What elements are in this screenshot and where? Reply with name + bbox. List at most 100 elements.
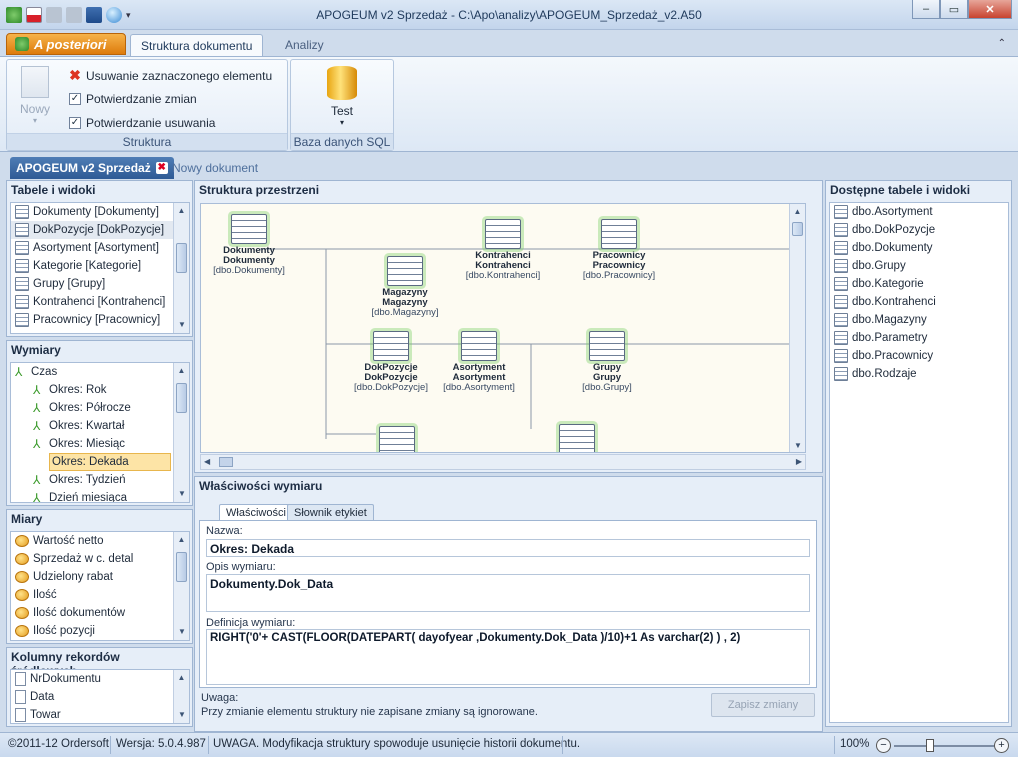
dimensions-scrollbar[interactable]: ▲ ▼ [173,363,189,502]
scroll-thumb[interactable] [219,457,233,467]
tree-item[interactable]: ⅄ Okres: Miesiąc [11,435,189,453]
measures-scrollbar[interactable]: ▲ ▼ [173,532,189,640]
node-dokumenty[interactable]: Dokumenty Dokumenty [dbo.Dokumenty] [207,214,291,276]
remove-element-button[interactable]: ✖ Usuwanie zaznaczonego elementu [69,67,272,84]
list-item[interactable]: dbo.Grupy [830,257,1008,275]
list-item[interactable]: NrDokumentu [11,670,189,688]
measures-title: Miary [11,512,43,526]
minimize-button[interactable]: ‒ [912,0,940,19]
scroll-up-icon[interactable]: ▲ [790,204,805,220]
list-item[interactable]: Ilość dokumentów [11,604,189,622]
scroll-thumb[interactable] [792,222,803,236]
list-item[interactable]: Kategorie [Kategorie] [11,257,189,275]
scroll-thumb[interactable] [176,552,187,582]
list-item[interactable]: dbo.Kategorie [830,275,1008,293]
list-item[interactable]: DokPozycje [DokPozycje] [11,221,189,239]
new-button[interactable]: Nowy ▾ [13,66,57,125]
scroll-thumb[interactable] [176,243,187,273]
list-item-label: Udzielony rabat [33,571,113,583]
tab-wlasciwosci[interactable]: Właściwości [219,504,293,521]
columns-scrollbar[interactable]: ▲ ▼ [173,670,189,723]
list-item[interactable]: Kontrahenci [Kontrahenci] [11,293,189,311]
app-menu-button[interactable]: A posteriori [6,33,126,55]
node-partial[interactable] [535,424,619,452]
list-item[interactable]: Asortyment [Asortyment] [11,239,189,257]
node-grupy[interactable]: Grupy Grupy [dbo.Grupy] [565,331,649,393]
list-item[interactable]: dbo.Magazyny [830,311,1008,329]
tab-analizy[interactable]: Analizy [275,34,334,56]
confirm-delete-checkbox[interactable]: ✓ Potwierdzanie usuwania [69,116,215,130]
tree-item-selected[interactable]: Okres: Dekada [49,453,171,471]
tree-item[interactable]: ⅄ Okres: Półrocze [11,399,189,417]
node-partial[interactable] [355,426,439,452]
test-button[interactable]: Test ▾ [319,66,365,127]
canvas-vscrollbar[interactable]: ▲ ▼ [789,204,805,452]
list-item[interactable]: Grupy [Grupy] [11,275,189,293]
tree-item-label: Okres: Tydzień [49,474,126,486]
tables-scrollbar[interactable]: ▲ ▼ [173,203,189,333]
table-node-icon [589,331,625,361]
node-magazyny[interactable]: Magazyny Magazyny [dbo.Magazyny] [363,256,447,318]
tab-slownik-etykiet[interactable]: Słownik etykiet [287,504,374,521]
list-item-label: dbo.Magazyny [852,314,927,326]
scroll-down-icon[interactable]: ▼ [174,317,189,333]
list-item[interactable]: Sprzedaż w c. detal [11,550,189,568]
scroll-down-icon[interactable]: ▼ [174,707,189,723]
tree-item[interactable]: ⅄ Okres: Kwartał [11,417,189,435]
list-item[interactable]: dbo.Rodzaje [830,365,1008,383]
zoom-slider[interactable]: − + [876,738,1012,754]
maximize-button[interactable]: ▭ [940,0,968,19]
scroll-down-icon[interactable]: ▼ [174,486,189,502]
list-item[interactable]: Towar [11,706,189,723]
window-controls: ‒ ▭ ✕ [912,0,1012,19]
doc-tab-active[interactable]: APOGEUM v2 Sprzedaż ✖ [10,157,174,179]
list-item[interactable]: Ilość pozycji [11,622,189,640]
tree-item[interactable]: ⅄ Dzień miesiąca [11,489,189,502]
list-item[interactable]: dbo.Kontrahenci [830,293,1008,311]
list-item[interactable]: Udzielony rabat [11,568,189,586]
close-tab-icon[interactable]: ✖ [155,162,168,174]
tree-item[interactable]: ⅄ Okres: Tydzień [11,471,189,489]
node-dokpozycje[interactable]: DokPozycje DokPozycje [dbo.DokPozycje] [349,331,433,393]
tables-panel: Tabele i widoki Dokumenty [Dokumenty] Do… [6,180,193,337]
tree-item[interactable]: ⅄ Okres: Rok [11,381,189,399]
confirm-changes-checkbox[interactable]: ✓ Potwierdzanie zmian [69,92,197,106]
scroll-right-icon[interactable]: ▶ [796,457,802,466]
name-field[interactable]: Okres: Dekada [206,539,810,557]
scroll-up-icon[interactable]: ▲ [174,363,189,379]
scroll-down-icon[interactable]: ▼ [790,438,805,452]
zoom-out-icon[interactable]: − [876,738,891,753]
structure-canvas[interactable]: Dokumenty Dokumenty [dbo.Dokumenty] Maga… [200,203,806,453]
list-item[interactable]: Pracownicy [Pracownicy] [11,311,189,329]
definition-field[interactable]: RIGHT('0'+ CAST(FLOOR(DATEPART( dayofyea… [206,629,810,685]
node-kontrahenci[interactable]: Kontrahenci Kontrahenci [dbo.Kontrahenci… [461,219,545,281]
zoom-thumb[interactable] [926,739,934,752]
hierarchy-icon: ⅄ [33,383,41,397]
scroll-up-icon[interactable]: ▲ [174,203,189,219]
zoom-in-icon[interactable]: + [994,738,1009,753]
list-item[interactable]: Data [11,688,189,706]
list-item[interactable]: dbo.Pracownicy [830,347,1008,365]
list-item[interactable]: Ilość [11,586,189,604]
node-pracownicy[interactable]: Pracownicy Pracownicy [dbo.Pracownicy] [577,219,661,281]
new-document-tab[interactable]: Nowy dokument [172,161,258,175]
list-item[interactable]: dbo.Parametry [830,329,1008,347]
canvas-hscrollbar[interactable]: ◀ ▶ [200,454,806,470]
scroll-left-icon[interactable]: ◀ [204,457,210,466]
save-changes-button[interactable]: Zapisz zmiany [711,693,815,717]
ribbon-collapse-icon[interactable]: ⌃ [998,38,1006,49]
list-item[interactable]: dbo.DokPozycje [830,221,1008,239]
scroll-up-icon[interactable]: ▲ [174,670,189,686]
list-item[interactable]: dbo.Dokumenty [830,239,1008,257]
node-asortyment[interactable]: Asortyment Asortyment [dbo.Asortyment] [437,331,521,393]
list-item[interactable]: dbo.Asortyment [830,203,1008,221]
scroll-thumb[interactable] [176,383,187,413]
close-button[interactable]: ✕ [968,0,1012,19]
list-item[interactable]: Wartość netto [11,532,189,550]
scroll-down-icon[interactable]: ▼ [174,624,189,640]
tree-item[interactable]: ⅄ Czas [11,363,189,381]
scroll-up-icon[interactable]: ▲ [174,532,189,548]
description-field[interactable]: Dokumenty.Dok_Data [206,574,810,612]
list-item[interactable]: Dokumenty [Dokumenty] [11,203,189,221]
tab-struktura-dokumentu[interactable]: Struktura dokumentu [130,34,264,56]
